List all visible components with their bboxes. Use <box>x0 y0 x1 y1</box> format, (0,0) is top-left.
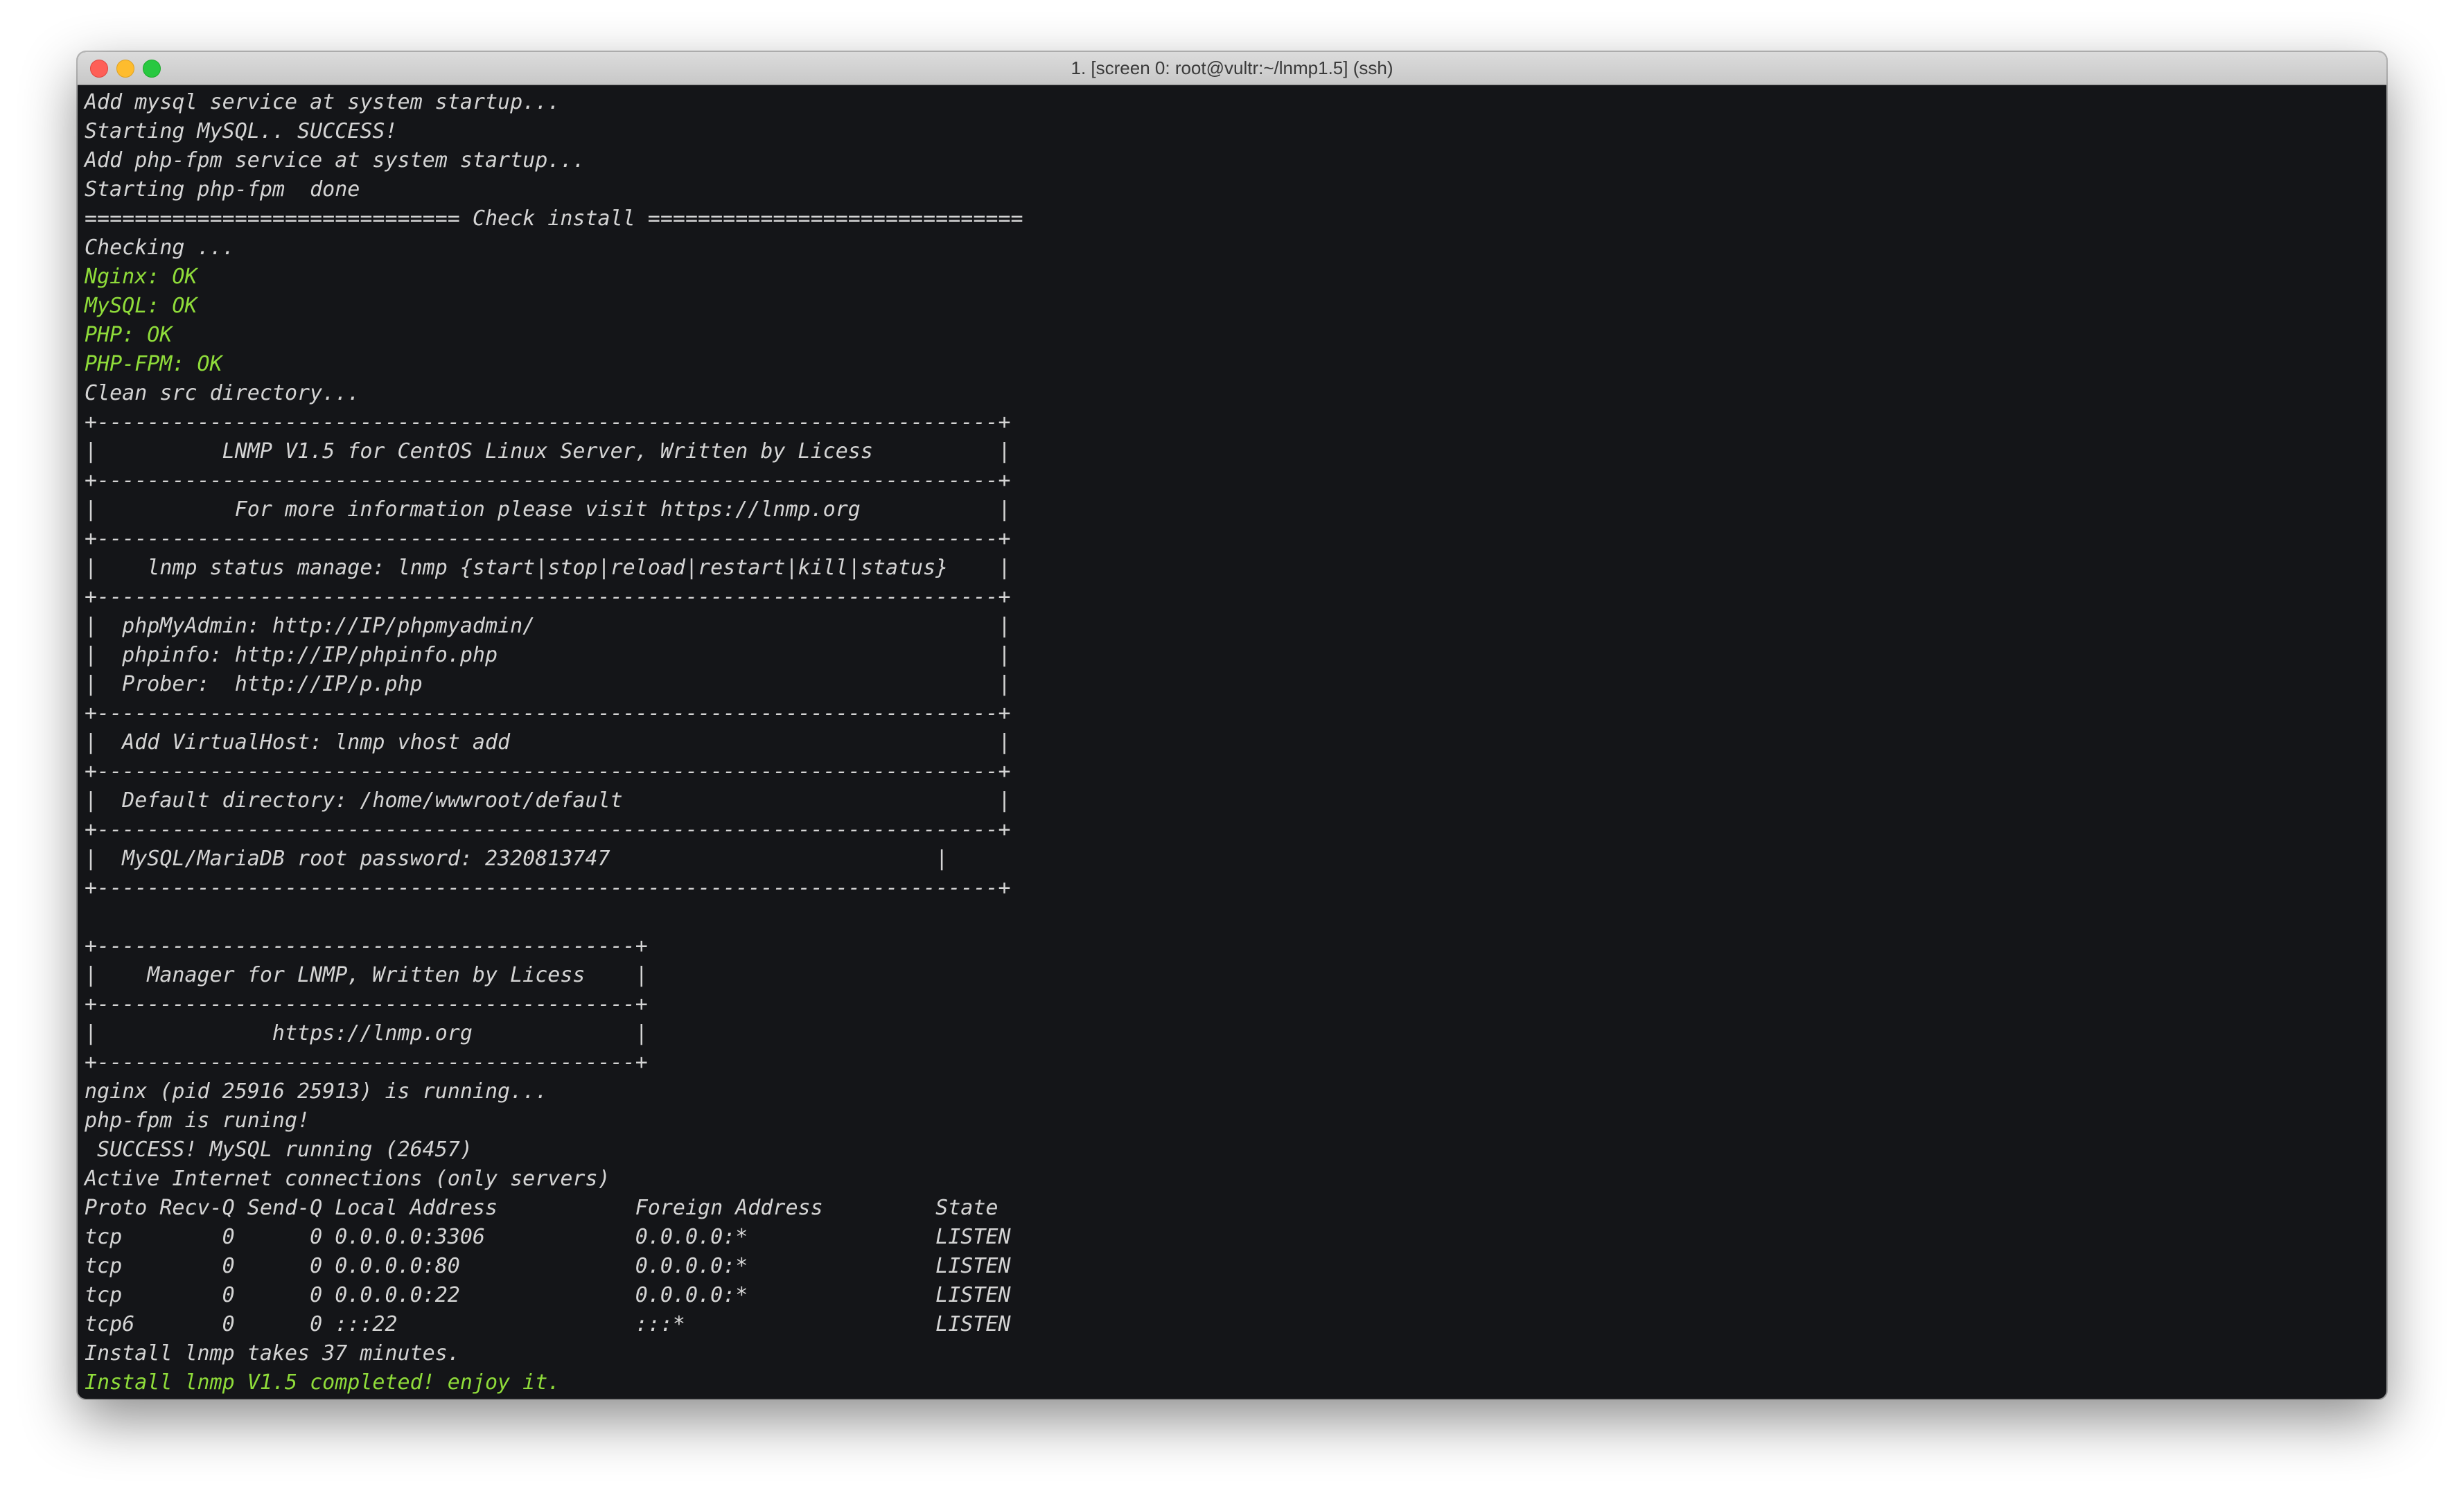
terminal-line: +---------------------------------------… <box>85 468 1011 493</box>
terminal-line: | lnmp status manage: lnmp {start|stop|r… <box>85 556 1011 580</box>
terminal-line: tcp 0 0 0.0.0.0:22 0.0.0.0:* LISTEN <box>85 1283 1011 1307</box>
terminal-output[interactable]: Add mysql service at system startup... St… <box>85 88 2379 1399</box>
terminal-line: Clean src directory... <box>85 381 360 405</box>
terminal-line: | LNMP V1.5 for CentOS Linux Server, Wri… <box>85 439 1011 463</box>
terminal-line: +---------------------------------------… <box>85 876 1011 900</box>
terminal-line: +---------------------------------------… <box>85 701 1011 725</box>
terminal-line: Add mysql service at system startup... <box>85 90 561 114</box>
terminal-line: tcp 0 0 0.0.0.0:3306 0.0.0.0:* LISTEN <box>85 1225 1011 1249</box>
terminal-line: SUCCESS! MySQL running (26457) <box>85 1138 473 1162</box>
terminal-line: PHP: OK <box>85 323 173 347</box>
terminal-line: +---------------------------------------… <box>85 934 648 958</box>
terminal-line: | https://lnmp.org | <box>85 1021 648 1045</box>
terminal-line: Add php-fpm service at system startup... <box>85 148 586 173</box>
terminal-cursor: _ <box>85 1397 2379 1399</box>
terminal-line: MySQL: OK <box>85 294 197 318</box>
terminal-line: | MySQL/MariaDB root password: 232081374… <box>85 847 949 871</box>
title-bar[interactable]: 1. [screen 0: root@vultr:~/lnmp1.5] (ssh… <box>78 52 2386 85</box>
terminal-line: php-fpm is runing! <box>85 1108 310 1133</box>
terminal-line: | Add VirtualHost: lnmp vhost add | <box>85 730 1011 754</box>
terminal-line: Proto Recv-Q Send-Q Local Address Foreig… <box>85 1196 998 1220</box>
window-title: 1. [screen 0: root@vultr:~/lnmp1.5] (ssh… <box>1071 58 1393 78</box>
terminal-line: +---------------------------------------… <box>85 1050 648 1075</box>
terminal-line: Starting MySQL.. SUCCESS! <box>85 119 398 143</box>
terminal-window: 1. [screen 0: root@vultr:~/lnmp1.5] (ssh… <box>78 52 2386 1399</box>
terminal-line: | Default directory: /home/wwwroot/defau… <box>85 788 1011 813</box>
terminal-line: +---------------------------------------… <box>85 527 1011 551</box>
terminal-line: +---------------------------------------… <box>85 992 648 1016</box>
terminal-line: Install lnmp V1.5 completed! enjoy it. <box>85 1370 561 1395</box>
terminal-line: | For more information please visit http… <box>85 497 1011 522</box>
terminal-line: Checking ... <box>85 236 235 260</box>
terminal-line: Starting php-fpm done <box>85 177 360 202</box>
terminal-line: | Manager for LNMP, Written by Licess | <box>85 963 648 987</box>
terminal-line: PHP-FPM: OK <box>85 352 222 376</box>
terminal-line: +---------------------------------------… <box>85 410 1011 434</box>
terminal-line: | Prober: http://IP/p.php | <box>85 672 1011 696</box>
terminal-line: +---------------------------------------… <box>85 759 1011 784</box>
terminal-line: tcp6 0 0 :::22 :::* LISTEN <box>85 1312 1011 1336</box>
terminal-line: tcp 0 0 0.0.0.0:80 0.0.0.0:* LISTEN <box>85 1254 1011 1278</box>
terminal-line: | phpMyAdmin: http://IP/phpmyadmin/ | <box>85 614 1011 638</box>
terminal-line: nginx (pid 25916 25913) is running... <box>85 1079 548 1104</box>
terminal-line: +---------------------------------------… <box>85 818 1011 842</box>
terminal-line: +---------------------------------------… <box>85 585 1011 609</box>
terminal-line: Nginx: OK <box>85 265 197 289</box>
terminal-line: | phpinfo: http://IP/phpinfo.php | <box>85 643 1011 667</box>
terminal-line: Install lnmp takes 37 minutes. <box>85 1341 460 1366</box>
terminal-line: Active Internet connections (only server… <box>85 1167 610 1191</box>
terminal-line: ============================== Check ins… <box>85 206 1023 231</box>
